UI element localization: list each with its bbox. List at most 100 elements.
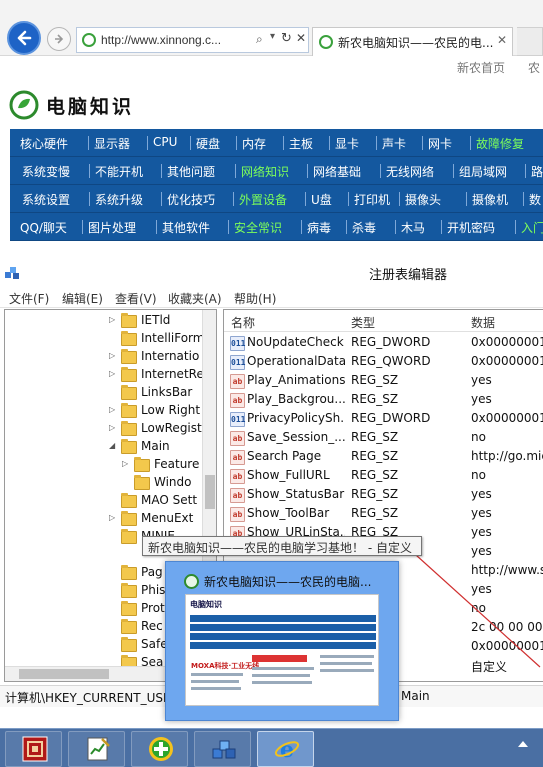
value-row[interactable]: ab Play_Animations REG_SZ yes — [224, 372, 543, 391]
nav-link[interactable]: 系统变慢 — [22, 163, 70, 180]
expand-arrow-icon[interactable]: ▷ — [109, 351, 119, 360]
nav-link[interactable]: 开机密码 — [447, 219, 495, 236]
scroll-thumb[interactable] — [19, 669, 109, 679]
nav-link[interactable]: 木马 — [401, 219, 425, 236]
thumbnail-text-line — [191, 687, 241, 690]
search-icon[interactable]: ⌕ — [256, 32, 263, 47]
tab-close-icon[interactable]: ✕ — [497, 33, 507, 47]
nav-link[interactable]: 内存 — [242, 135, 266, 152]
value-data: yes — [471, 392, 492, 406]
nav-link[interactable]: 显卡 — [335, 135, 359, 152]
nav-link[interactable]: CPU — [153, 135, 177, 149]
window-title: 注册表编辑器 — [369, 268, 448, 283]
nav-link[interactable]: 病毒 — [307, 219, 331, 236]
nav-link[interactable]: 入门 — [521, 219, 543, 236]
value-row[interactable]: ab Save_Session_... REG_SZ no — [224, 429, 543, 448]
nav-link[interactable]: 路 — [531, 163, 543, 180]
menu-view[interactable]: 查看(V) — [115, 290, 157, 307]
nav-link[interactable]: 系统升级 — [95, 191, 143, 208]
nav-link[interactable]: 优化技巧 — [167, 191, 215, 208]
value-row[interactable]: 011 PrivacyPolicySh... REG_DWORD 0x00000001 — [224, 410, 543, 429]
nav-link[interactable]: 安全常识 — [234, 219, 282, 236]
nav-link[interactable]: 网卡 — [428, 135, 452, 152]
nav-divider — [236, 136, 237, 150]
expand-arrow-icon[interactable]: ▷ — [109, 423, 119, 432]
address-bar[interactable]: http://www.xinnong.c... ⌕ ▾ ↻ ✕ — [76, 27, 309, 53]
nav-link[interactable]: 声卡 — [382, 135, 406, 152]
taskbar-app-red[interactable] — [5, 731, 62, 767]
nav-link[interactable]: 硬盘 — [196, 135, 220, 152]
menu-help[interactable]: 帮助(H) — [234, 290, 276, 307]
value-row[interactable]: ab Search Page REG_SZ http://go.mic — [224, 448, 543, 467]
home-link[interactable]: 新农首页 — [457, 59, 505, 76]
nav-link[interactable]: 核心硬件 — [20, 135, 68, 152]
value-type: REG_SZ — [351, 468, 399, 482]
nav-link[interactable]: 外置设备 — [239, 191, 287, 208]
nav-link[interactable]: 主板 — [289, 135, 313, 152]
back-button[interactable] — [7, 21, 41, 55]
address-text[interactable]: http://www.xinnong.c... — [101, 33, 221, 47]
binary-value-icon: 011 — [230, 355, 245, 370]
tree-node-label: MAO Sett — [141, 493, 198, 507]
nav-link[interactable]: 组局域网 — [459, 163, 507, 180]
taskbar-app-notepad[interactable] — [68, 731, 125, 767]
scroll-thumb[interactable] — [205, 475, 215, 509]
value-row[interactable]: ab Show_ToolBar REG_SZ yes — [224, 505, 543, 524]
menu-favorites[interactable]: 收藏夹(A) — [168, 290, 222, 307]
taskbar-app-ie[interactable]: e — [257, 731, 314, 767]
refresh-icon[interactable]: ↻ — [281, 31, 292, 46]
nav-link[interactable]: 摄像头 — [405, 191, 441, 208]
nav-link[interactable]: U盘 — [311, 191, 332, 208]
expand-arrow-icon[interactable]: ◢ — [109, 441, 119, 450]
close-icon[interactable]: ✕ — [296, 31, 306, 45]
nav-link[interactable]: 故障修复 — [476, 135, 524, 152]
thumbnail-red-banner — [252, 655, 307, 662]
nav-link[interactable]: 其他软件 — [162, 219, 210, 236]
nav-link[interactable]: 不能开机 — [95, 163, 143, 180]
nav-link[interactable]: 摄像机 — [472, 191, 508, 208]
value-row[interactable]: ab Show_FullURL REG_SZ no — [224, 467, 543, 486]
tray-expand-icon[interactable] — [518, 741, 528, 747]
thumbnail-text-line — [320, 669, 374, 672]
value-row[interactable]: ab Show_StatusBar REG_SZ yes — [224, 486, 543, 505]
column-header-data[interactable]: 数据 — [471, 314, 495, 331]
nav-row: 系统变慢 不能开机 其他问题 网络知识 网络基础 无线网络 组局域网 路 — [10, 157, 543, 185]
expand-arrow-icon[interactable]: ▷ — [109, 315, 119, 324]
browser-tab[interactable]: 新农电脑知识——农民的电... ✕ — [312, 27, 513, 56]
chevron-down-icon[interactable]: ▾ — [270, 31, 275, 42]
nav-link[interactable]: 其他问题 — [167, 163, 215, 180]
value-data: yes — [471, 525, 492, 539]
nav-link[interactable]: 无线网络 — [386, 163, 434, 180]
nav-link[interactable]: 网络基础 — [313, 163, 361, 180]
taskbar-app-regedit[interactable] — [194, 731, 251, 767]
column-header-type[interactable]: 类型 — [351, 314, 375, 331]
top-link-2[interactable]: 农 — [528, 59, 540, 76]
string-value-icon: ab — [230, 450, 245, 465]
tree-node-label: IntelliForm — [141, 331, 205, 345]
expand-arrow-icon[interactable]: ▷ — [109, 369, 119, 378]
taskbar-app-green[interactable] — [131, 731, 188, 767]
thumbnail-nav-row — [190, 624, 376, 631]
column-header-name[interactable]: 名称 — [231, 314, 255, 331]
thumbnail-page-image[interactable]: 电脑知识 MOXA科技·工业无线 — [185, 594, 379, 706]
nav-link[interactable]: 显示器 — [94, 135, 130, 152]
value-row[interactable]: ab Play_Backgrou... REG_SZ yes — [224, 391, 543, 410]
menu-file[interactable]: 文件(F) — [9, 290, 49, 307]
nav-link[interactable]: 杀毒 — [352, 219, 376, 236]
menu-edit[interactable]: 编辑(E) — [62, 290, 103, 307]
taskbar-thumbnail-preview[interactable]: 新农电脑知识——农民的电脑... 电脑知识 MOXA科技·工业无线 — [165, 561, 399, 721]
value-row[interactable]: 011 OperationalData REG_QWORD 0x00000001 — [224, 353, 543, 372]
nav-link[interactable]: 数 — [529, 191, 541, 208]
value-row[interactable]: 011 NoUpdateCheck REG_DWORD 0x00000001 — [224, 334, 543, 353]
expand-arrow-icon[interactable]: ▷ — [109, 405, 119, 414]
nav-link[interactable]: 打印机 — [354, 191, 390, 208]
nav-link[interactable]: 系统设置 — [22, 191, 70, 208]
nav-link[interactable]: 网络知识 — [241, 163, 289, 180]
nav-link[interactable]: 图片处理 — [88, 219, 136, 236]
forward-button[interactable] — [47, 27, 71, 51]
new-tab-button[interactable] — [517, 27, 543, 56]
nav-link[interactable]: QQ/聊天 — [20, 219, 67, 236]
window-title-bar[interactable]: 注册表编辑器 — [0, 258, 543, 286]
expand-arrow-icon[interactable]: ▷ — [109, 513, 119, 522]
expand-arrow-icon[interactable]: ▷ — [122, 459, 132, 468]
